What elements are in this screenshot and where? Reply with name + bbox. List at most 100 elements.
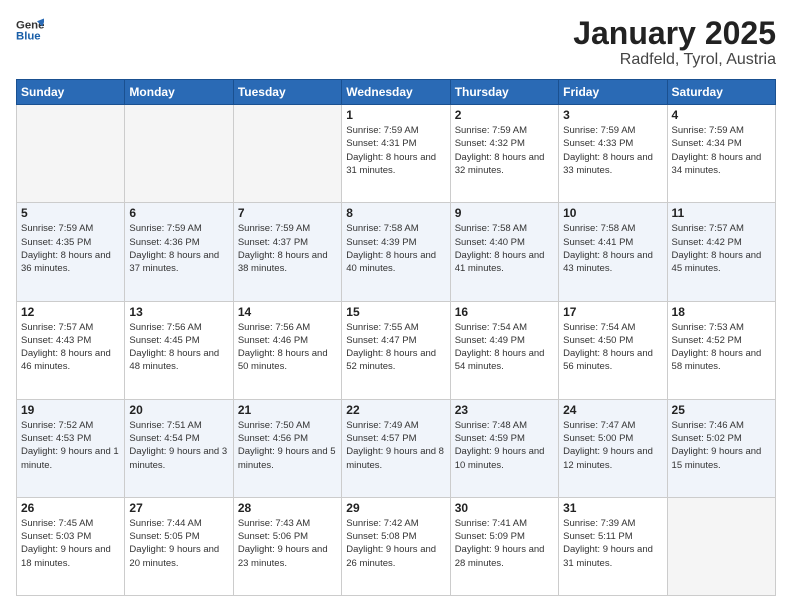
table-row: 29 Sunrise: 7:42 AM Sunset: 5:08 PM Dayli… bbox=[342, 497, 450, 595]
day-number: 29 bbox=[346, 501, 445, 515]
day-info: Sunrise: 7:57 AM Sunset: 4:42 PM Dayligh… bbox=[672, 222, 771, 275]
day-info: Sunrise: 7:59 AM Sunset: 4:34 PM Dayligh… bbox=[672, 124, 771, 177]
day-number: 26 bbox=[21, 501, 120, 515]
table-row: 25 Sunrise: 7:46 AM Sunset: 5:02 PM Dayli… bbox=[667, 399, 775, 497]
day-info: Sunrise: 7:44 AM Sunset: 5:05 PM Dayligh… bbox=[129, 517, 228, 570]
table-row: 2 Sunrise: 7:59 AM Sunset: 4:32 PM Daylig… bbox=[450, 105, 558, 203]
day-number: 5 bbox=[21, 206, 120, 220]
day-info: Sunrise: 7:50 AM Sunset: 4:56 PM Dayligh… bbox=[238, 419, 337, 472]
table-row: 1 Sunrise: 7:59 AM Sunset: 4:31 PM Daylig… bbox=[342, 105, 450, 203]
day-number: 19 bbox=[21, 403, 120, 417]
day-number: 11 bbox=[672, 206, 771, 220]
logo-icon: General Blue bbox=[16, 16, 44, 44]
table-row: 8 Sunrise: 7:58 AM Sunset: 4:39 PM Daylig… bbox=[342, 203, 450, 301]
table-row bbox=[667, 497, 775, 595]
day-info: Sunrise: 7:45 AM Sunset: 5:03 PM Dayligh… bbox=[21, 517, 120, 570]
table-row: 14Sunrise: 7:56 AM Sunset: 4:46 PM Dayli… bbox=[233, 301, 341, 399]
day-info: Sunrise: 7:59 AM Sunset: 4:33 PM Dayligh… bbox=[563, 124, 662, 177]
day-info: Sunrise: 7:42 AM Sunset: 5:08 PM Dayligh… bbox=[346, 517, 445, 570]
day-info: Sunrise: 7:58 AM Sunset: 4:39 PM Dayligh… bbox=[346, 222, 445, 275]
day-number: 28 bbox=[238, 501, 337, 515]
col-thursday: Thursday bbox=[450, 80, 558, 105]
day-number: 8 bbox=[346, 206, 445, 220]
day-info: Sunrise: 7:58 AM Sunset: 4:40 PM Dayligh… bbox=[455, 222, 554, 275]
col-monday: Monday bbox=[125, 80, 233, 105]
day-info: Sunrise: 7:47 AM Sunset: 5:00 PM Dayligh… bbox=[563, 419, 662, 472]
table-row: 20Sunrise: 7:51 AM Sunset: 4:54 PM Dayli… bbox=[125, 399, 233, 497]
day-info: Sunrise: 7:52 AM Sunset: 4:53 PM Dayligh… bbox=[21, 419, 120, 472]
table-row bbox=[233, 105, 341, 203]
day-info: Sunrise: 7:56 AM Sunset: 4:46 PM Dayligh… bbox=[238, 321, 337, 374]
table-row: 30 Sunrise: 7:41 AM Sunset: 5:09 PM Dayli… bbox=[450, 497, 558, 595]
day-number: 24 bbox=[563, 403, 662, 417]
title-block: January 2025 Radfeld, Tyrol, Austria bbox=[573, 16, 776, 69]
day-info: Sunrise: 7:39 AM Sunset: 5:11 PM Dayligh… bbox=[563, 517, 662, 570]
table-row: 31 Sunrise: 7:39 AM Sunset: 5:11 PM Dayli… bbox=[559, 497, 667, 595]
day-info: Sunrise: 7:53 AM Sunset: 4:52 PM Dayligh… bbox=[672, 321, 771, 374]
day-info: Sunrise: 7:59 AM Sunset: 4:36 PM Dayligh… bbox=[129, 222, 228, 275]
day-info: Sunrise: 7:58 AM Sunset: 4:41 PM Dayligh… bbox=[563, 222, 662, 275]
table-row bbox=[17, 105, 125, 203]
logo: General Blue bbox=[16, 16, 44, 44]
day-info: Sunrise: 7:59 AM Sunset: 4:31 PM Dayligh… bbox=[346, 124, 445, 177]
day-number: 10 bbox=[563, 206, 662, 220]
table-row: 15 Sunrise: 7:55 AM Sunset: 4:47 PM Dayli… bbox=[342, 301, 450, 399]
table-row: 16 Sunrise: 7:54 AM Sunset: 4:49 PM Dayli… bbox=[450, 301, 558, 399]
day-info: Sunrise: 7:55 AM Sunset: 4:47 PM Dayligh… bbox=[346, 321, 445, 374]
day-number: 6 bbox=[129, 206, 228, 220]
table-row: 24 Sunrise: 7:47 AM Sunset: 5:00 PM Dayli… bbox=[559, 399, 667, 497]
day-number: 31 bbox=[563, 501, 662, 515]
col-friday: Friday bbox=[559, 80, 667, 105]
day-info: Sunrise: 7:54 AM Sunset: 4:50 PM Dayligh… bbox=[563, 321, 662, 374]
day-number: 12 bbox=[21, 305, 120, 319]
day-number: 7 bbox=[238, 206, 337, 220]
table-row: 6 Sunrise: 7:59 AM Sunset: 4:36 PM Daylig… bbox=[125, 203, 233, 301]
col-tuesday: Tuesday bbox=[233, 80, 341, 105]
calendar-header-row: Sunday Monday Tuesday Wednesday Thursday… bbox=[17, 80, 776, 105]
table-row: 18 Sunrise: 7:53 AM Sunset: 4:52 PM Dayli… bbox=[667, 301, 775, 399]
day-number: 30 bbox=[455, 501, 554, 515]
day-number: 9 bbox=[455, 206, 554, 220]
day-info: Sunrise: 7:48 AM Sunset: 4:59 PM Dayligh… bbox=[455, 419, 554, 472]
table-row: 13Sunrise: 7:56 AM Sunset: 4:45 PM Dayli… bbox=[125, 301, 233, 399]
day-number: 23 bbox=[455, 403, 554, 417]
col-sunday: Sunday bbox=[17, 80, 125, 105]
day-info: Sunrise: 7:46 AM Sunset: 5:02 PM Dayligh… bbox=[672, 419, 771, 472]
table-row: 3 Sunrise: 7:59 AM Sunset: 4:33 PM Daylig… bbox=[559, 105, 667, 203]
table-row: 28 Sunrise: 7:43 AM Sunset: 5:06 PM Dayli… bbox=[233, 497, 341, 595]
table-row: 26 Sunrise: 7:45 AM Sunset: 5:03 PM Dayli… bbox=[17, 497, 125, 595]
table-row: 12Sunrise: 7:57 AM Sunset: 4:43 PM Dayli… bbox=[17, 301, 125, 399]
day-number: 22 bbox=[346, 403, 445, 417]
day-info: Sunrise: 7:41 AM Sunset: 5:09 PM Dayligh… bbox=[455, 517, 554, 570]
table-row: 19 Sunrise: 7:52 AM Sunset: 4:53 PM Dayli… bbox=[17, 399, 125, 497]
day-number: 4 bbox=[672, 108, 771, 122]
day-number: 15 bbox=[346, 305, 445, 319]
table-row: 5 Sunrise: 7:59 AM Sunset: 4:35 PM Daylig… bbox=[17, 203, 125, 301]
col-wednesday: Wednesday bbox=[342, 80, 450, 105]
day-info: Sunrise: 7:54 AM Sunset: 4:49 PM Dayligh… bbox=[455, 321, 554, 374]
day-number: 25 bbox=[672, 403, 771, 417]
day-number: 3 bbox=[563, 108, 662, 122]
col-saturday: Saturday bbox=[667, 80, 775, 105]
day-number: 16 bbox=[455, 305, 554, 319]
day-info: Sunrise: 7:59 AM Sunset: 4:35 PM Dayligh… bbox=[21, 222, 120, 275]
day-info: Sunrise: 7:43 AM Sunset: 5:06 PM Dayligh… bbox=[238, 517, 337, 570]
table-row: 21 Sunrise: 7:50 AM Sunset: 4:56 PM Dayli… bbox=[233, 399, 341, 497]
table-row: 17 Sunrise: 7:54 AM Sunset: 4:50 PM Dayli… bbox=[559, 301, 667, 399]
day-number: 17 bbox=[563, 305, 662, 319]
day-number: 1 bbox=[346, 108, 445, 122]
table-row: 22 Sunrise: 7:49 AM Sunset: 4:57 PM Dayli… bbox=[342, 399, 450, 497]
day-number: 20 bbox=[129, 403, 228, 417]
calendar-subtitle: Radfeld, Tyrol, Austria bbox=[573, 51, 776, 69]
day-number: 2 bbox=[455, 108, 554, 122]
table-row: 7Sunrise: 7:59 AM Sunset: 4:37 PM Daylig… bbox=[233, 203, 341, 301]
day-number: 27 bbox=[129, 501, 228, 515]
svg-text:Blue: Blue bbox=[16, 31, 41, 43]
table-row bbox=[125, 105, 233, 203]
day-info: Sunrise: 7:59 AM Sunset: 4:32 PM Dayligh… bbox=[455, 124, 554, 177]
day-info: Sunrise: 7:49 AM Sunset: 4:57 PM Dayligh… bbox=[346, 419, 445, 472]
day-number: 18 bbox=[672, 305, 771, 319]
table-row: 4 Sunrise: 7:59 AM Sunset: 4:34 PM Daylig… bbox=[667, 105, 775, 203]
day-number: 21 bbox=[238, 403, 337, 417]
table-row: 9 Sunrise: 7:58 AM Sunset: 4:40 PM Daylig… bbox=[450, 203, 558, 301]
